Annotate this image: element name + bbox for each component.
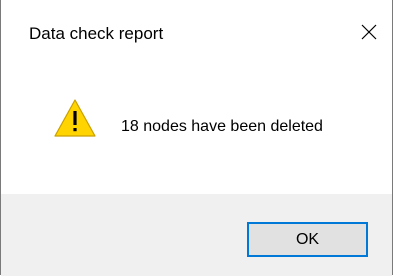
title-bar: Data check report: [1, 0, 392, 62]
dialog-footer: OK: [1, 194, 392, 276]
warning-icon: [54, 99, 96, 137]
ok-button[interactable]: OK: [247, 222, 368, 257]
dialog-title: Data check report: [29, 24, 164, 43]
ok-button-label: OK: [295, 230, 320, 248]
dialog-message: 18 nodes have been deleted: [121, 118, 323, 135]
message-dialog: Data check report 18 nodes have been del…: [0, 0, 393, 276]
close-icon: [361, 24, 377, 40]
close-button[interactable]: [346, 10, 392, 54]
dialog-content: 18 nodes have been deleted: [1, 62, 392, 194]
